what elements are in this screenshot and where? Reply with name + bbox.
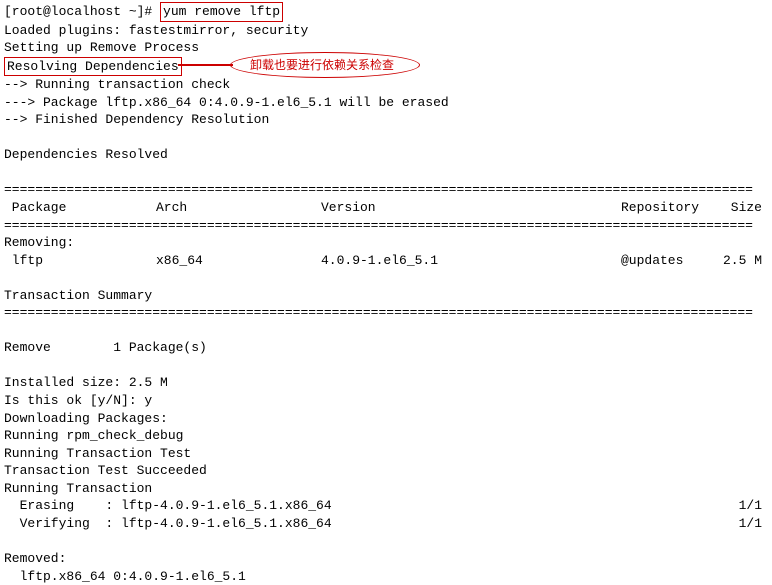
blank-line xyxy=(4,532,768,550)
output-line: Setting up Remove Process xyxy=(4,39,768,57)
table-row: lftp x86_64 4.0.9-1.el6_5.1 @updates 2.5… xyxy=(4,252,768,270)
blank-line xyxy=(4,129,768,147)
blank-line xyxy=(4,322,768,340)
output-line: Running Transaction Test xyxy=(4,445,768,463)
output-line: Running rpm_check_debug xyxy=(4,427,768,445)
annotation-connector xyxy=(178,64,233,66)
col-version: Version xyxy=(321,199,621,217)
remove-count: Remove 1 Package(s) xyxy=(4,339,768,357)
removed-label: Removed: xyxy=(4,550,768,568)
removed-package: lftp.x86_64 0:4.0.9-1.el6_5.1 xyxy=(4,568,768,585)
output-line: Loaded plugins: fastestmirror, security xyxy=(4,22,768,40)
output-line: Downloading Packages: xyxy=(4,410,768,428)
installed-size: Installed size: 2.5 M xyxy=(4,374,768,392)
output-line: --> Finished Dependency Resolution xyxy=(4,111,768,129)
resolving-deps-text: Resolving Dependencies xyxy=(7,59,179,74)
output-line: Dependencies Resolved xyxy=(4,146,768,164)
command-highlight-box: yum remove lftp xyxy=(160,2,283,22)
annotation-text: 卸载也要进行依赖关系检查 xyxy=(250,57,394,73)
transaction-summary-label: Transaction Summary xyxy=(4,287,768,305)
cell-package: lftp xyxy=(4,252,156,270)
col-package: Package xyxy=(4,199,156,217)
blank-line xyxy=(4,357,768,375)
separator-line: ========================================… xyxy=(4,181,768,199)
prompt-line: [root@localhost ~]# yum remove lftp xyxy=(4,2,768,22)
shell-prompt: [root@localhost ~]# xyxy=(4,4,160,19)
section-removing: Removing: xyxy=(4,234,768,252)
verifying-text: Verifying : lftp-4.0.9-1.el6_5.1.x86_64 xyxy=(4,515,739,533)
separator-line: ========================================… xyxy=(4,217,768,235)
output-line: Transaction Test Succeeded xyxy=(4,462,768,480)
col-size: Size xyxy=(721,199,768,217)
dependencies-highlight-box: Resolving Dependencies xyxy=(4,57,182,77)
output-line: Running Transaction xyxy=(4,480,768,498)
erasing-row: Erasing : lftp-4.0.9-1.el6_5.1.x86_64 1/… xyxy=(4,497,768,515)
table-header: Package Arch Version Repository Size xyxy=(4,199,768,217)
output-line: --> Running transaction check xyxy=(4,76,768,94)
verifying-progress: 1/1 xyxy=(739,515,768,533)
erasing-progress: 1/1 xyxy=(739,497,768,515)
output-line: ---> Package lftp.x86_64 0:4.0.9-1.el6_5… xyxy=(4,94,768,112)
col-repository: Repository xyxy=(621,199,721,217)
blank-line xyxy=(4,269,768,287)
command-text: yum remove lftp xyxy=(163,4,280,19)
verifying-row: Verifying : lftp-4.0.9-1.el6_5.1.x86_64 … xyxy=(4,515,768,533)
blank-line xyxy=(4,164,768,182)
confirm-prompt: Is this ok [y/N]: y xyxy=(4,392,768,410)
separator-line: ========================================… xyxy=(4,304,768,322)
erasing-text: Erasing : lftp-4.0.9-1.el6_5.1.x86_64 xyxy=(4,497,739,515)
cell-size: 2.5 M xyxy=(721,252,768,270)
col-arch: Arch xyxy=(156,199,321,217)
cell-repository: @updates xyxy=(621,252,721,270)
cell-version: 4.0.9-1.el6_5.1 xyxy=(321,252,621,270)
cell-arch: x86_64 xyxy=(156,252,321,270)
